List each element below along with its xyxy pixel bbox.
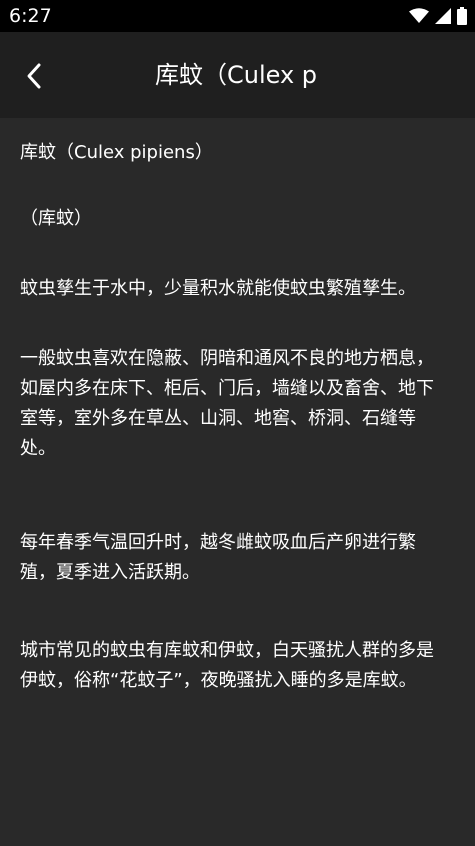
back-button[interactable] [14,54,54,98]
article-paragraph: 蚊虫孳生于水中，少量积水就能使蚊虫繁殖孳生。 [20,278,416,299]
chevron-left-icon [27,63,41,89]
battery-icon [457,7,467,25]
article-paragraph: 城市常见的蚊虫有库蚊和伊蚊，白天骚扰人群的多是伊蚊，俗称“花蚊子”，夜晚骚扰入睡… [20,640,434,691]
article-paragraph: 每年春季气温回升时，越冬雌蚊吸血后产卵进行繁殖，夏季进入活跃期。 [20,532,416,583]
wifi-icon [409,8,429,23]
status-bar: 6:27 [0,0,475,32]
status-icons [409,5,467,27]
page-title: 库蚊（Culex p [155,61,318,89]
article-content[interactable]: 库蚊（Culex pipiens） （库蚊） 蚊虫孳生于水中，少量积水就能使蚊虫… [0,118,475,846]
article-paragraph: 一般蚊虫喜欢在隐蔽、阴暗和通风不良的地方栖息，如屋内多在床下、柜后、门后，墙缝以… [20,348,434,459]
signal-icon [435,8,451,24]
article-paragraph: （库蚊） [20,208,92,229]
status-time: 6:27 [9,5,52,27]
article-paragraph: 库蚊（Culex pipiens） [20,142,213,163]
app-bar: 库蚊（Culex p [0,32,475,118]
